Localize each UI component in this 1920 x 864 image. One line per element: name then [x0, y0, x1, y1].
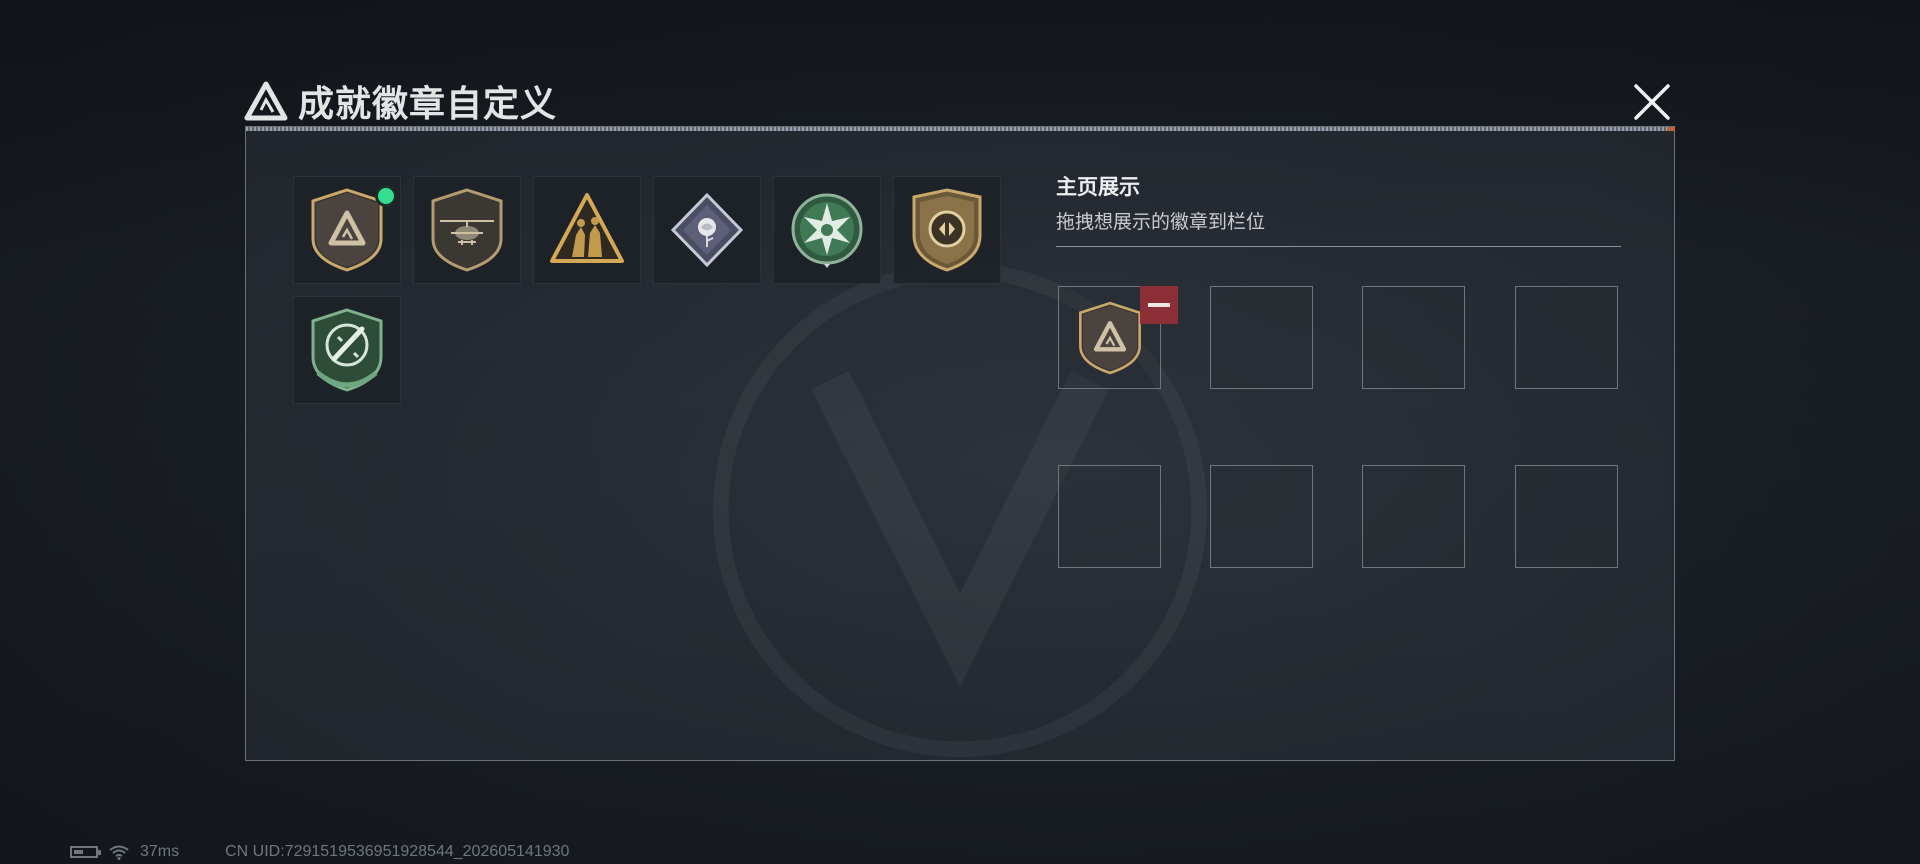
showcase-slot-4[interactable] [1515, 286, 1618, 389]
showcase-slot-7[interactable] [1362, 465, 1465, 568]
uid-text: CN UID:7291519536951928544_202605141930 [225, 843, 570, 860]
triangle-shield-badge-icon [311, 188, 383, 272]
remove-badge-button[interactable] [1140, 286, 1178, 324]
status-bar: 37ms CN UID:7291519536951928544_20260514… [70, 843, 569, 861]
badge-customize-panel: 主页展示 拖拽想展示的徽章到栏位 [245, 126, 1675, 761]
rose-diamond-badge-icon [670, 192, 744, 268]
helicopter-shield-badge-icon [431, 188, 503, 272]
badge-item[interactable] [533, 176, 641, 284]
badge-item[interactable] [893, 176, 1001, 284]
showcase-slot-1[interactable] [1058, 286, 1178, 389]
showcase-slot-5[interactable] [1058, 465, 1161, 568]
dialog-header: 成就徽章自定义 [244, 76, 557, 126]
showcase-slot-3[interactable] [1362, 286, 1465, 389]
badge-item[interactable] [773, 176, 881, 284]
minus-icon [1148, 303, 1170, 307]
green-knife-shield-badge-icon [311, 308, 383, 392]
showcase-slots-grid [1058, 286, 1618, 568]
close-icon[interactable] [1630, 80, 1674, 124]
panel-top-accent [1667, 127, 1675, 131]
homepage-showcase-section: 主页展示 拖拽想展示的徽章到栏位 [1056, 171, 1621, 247]
new-indicator-dot [375, 185, 397, 207]
panel-top-border [246, 127, 1674, 131]
badge-item[interactable] [653, 176, 761, 284]
badge-item[interactable] [413, 176, 521, 284]
badge-item[interactable] [293, 176, 401, 284]
green-star-badge-icon [791, 193, 863, 268]
bronze-shield-badge-icon [912, 188, 982, 272]
showcase-slot-8[interactable] [1515, 465, 1618, 568]
badge-inventory-grid [293, 176, 1013, 404]
showcase-slot-2[interactable] [1210, 286, 1313, 389]
showcase-title: 主页展示 [1056, 175, 1140, 199]
showcase-subtitle: 拖拽想展示的徽章到栏位 [1056, 211, 1266, 233]
showcase-divider [1056, 246, 1621, 247]
soldiers-triangle-badge-icon [550, 193, 624, 263]
delta-logo-icon [244, 81, 288, 121]
showcase-slot-6[interactable] [1210, 465, 1313, 568]
triangle-shield-badge-icon [1078, 301, 1141, 374]
dialog-title: 成就徽章自定义 [298, 84, 558, 125]
ping-text: 37ms [140, 843, 180, 860]
wifi-icon [109, 845, 129, 860]
battery-icon [70, 846, 101, 858]
badge-item[interactable] [293, 296, 401, 404]
